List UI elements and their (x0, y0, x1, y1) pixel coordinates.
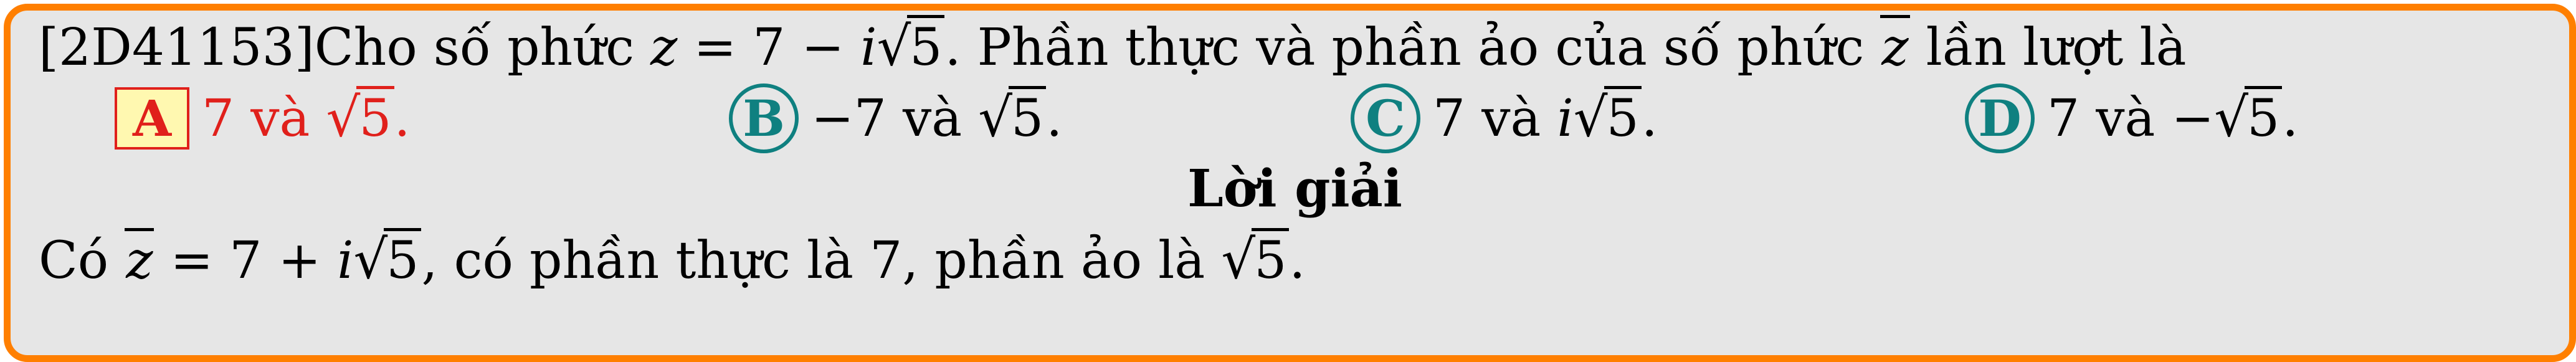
question-line: [2D41153]Cho số phức z = 7 − i√5. Phần t… (39, 11, 2551, 82)
solution-conj-var: z (125, 228, 154, 290)
solution-eq-mid: = 7 + (154, 231, 338, 290)
solution-line: Có z = 7 + i√5, có phần thực là 7, phần … (39, 224, 2551, 295)
option-b[interactable]: B −7 và √5. (729, 82, 1062, 155)
question-code: [2D41153] (39, 18, 315, 77)
solution-heading: Lời giải (1187, 159, 1402, 219)
option-c-text: 7 và i√5. (1433, 86, 1658, 149)
sqrt-symbol: √5 (877, 11, 945, 83)
equation-mid: = 7 − (677, 18, 861, 77)
question-text-after: . Phần thực và phần ảo của số phức (944, 18, 1881, 77)
option-c-badge: C (1351, 83, 1420, 153)
equation-i: i (860, 18, 877, 77)
solution-end-sqrt: √5 (1221, 224, 1290, 297)
option-d[interactable]: D 7 và −√5. (1965, 82, 2298, 155)
question-text-end: lần lượt là (1909, 18, 2187, 77)
solution-text-end: . (1289, 231, 1306, 290)
question-content: [2D41153]Cho số phức z = 7 − i√5. Phần t… (39, 11, 2551, 295)
option-d-text: 7 và −√5. (2047, 86, 2299, 149)
solution-text-mid: , có phần thực là 7, phần ảo là (421, 231, 1222, 290)
conjugate-var: z (1880, 15, 1910, 77)
question-text-before: Cho số phức (314, 18, 651, 77)
option-a[interactable]: A 7 và √5. (115, 82, 411, 155)
option-b-badge: B (729, 83, 799, 153)
option-b-text: −7 và √5. (811, 86, 1063, 149)
solution-text-start: Có (39, 231, 125, 290)
options-line: A 7 và √5. B −7 và √5. C 7 và i√5. D 7 v… (39, 82, 2551, 153)
option-d-badge: D (1965, 83, 2035, 153)
option-a-badge: A (115, 87, 189, 150)
solution-sqrt: √5 (353, 224, 422, 297)
equation-radicand: 5 (907, 15, 945, 77)
solution-eq-i: i (337, 231, 354, 290)
option-c[interactable]: C 7 và i√5. (1351, 82, 1658, 155)
equation-lhs: z (650, 18, 678, 77)
option-a-text: 7 và √5. (202, 86, 411, 149)
